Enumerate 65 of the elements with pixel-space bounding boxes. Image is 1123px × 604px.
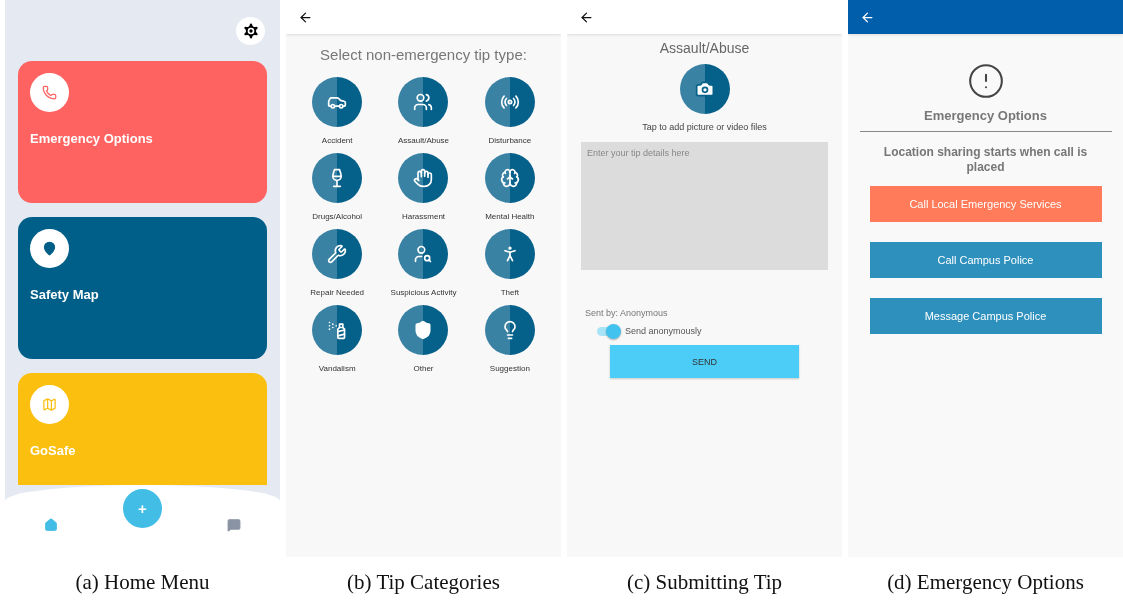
category-label: Mental Health	[485, 212, 535, 221]
settings-button[interactable]	[236, 17, 265, 45]
card-title: GoSafe	[30, 443, 76, 458]
card-title: Emergency Options	[30, 131, 153, 146]
camera-icon	[694, 79, 715, 99]
category-button[interactable]	[484, 153, 535, 203]
category-label: Harassment	[401, 212, 446, 221]
radio-icon	[499, 92, 520, 112]
back-icon[interactable]	[298, 9, 313, 25]
media-hint: Tap to add picture or video files	[642, 122, 767, 132]
category-label: Disturbance	[488, 136, 532, 145]
category-label: Repair Needed	[310, 288, 365, 297]
category-button[interactable]	[312, 153, 363, 203]
add-button[interactable]: +	[121, 486, 164, 530]
back-icon[interactable]	[860, 9, 875, 25]
figure-caption: (a) Home Menu	[74, 570, 211, 595]
hand-icon	[413, 168, 434, 188]
category-label: Suspicious Activity	[390, 288, 457, 297]
category-label: Drugs/Alcohol	[312, 212, 363, 221]
toggle-label: Send anonymously	[625, 326, 702, 336]
screen-title: Emergency Options	[924, 108, 1047, 123]
map-pin-icon	[30, 229, 69, 268]
person-icon	[413, 244, 434, 264]
chat-icon[interactable]	[227, 518, 242, 532]
category-label: Vandalism	[318, 364, 356, 373]
phone-icon	[30, 73, 69, 112]
figure-caption: (d) Emergency Options	[886, 570, 1085, 595]
call-button[interactable]: Call Local Emergency Services	[869, 186, 1102, 222]
call-button[interactable]: Message Campus Police	[869, 298, 1102, 334]
category-button[interactable]	[312, 305, 363, 355]
screen-title: Select non-emergency tip type:	[320, 46, 527, 63]
figure-caption: (c) Submitting Tip	[625, 570, 784, 595]
call-button[interactable]: Call Campus Police	[869, 242, 1102, 278]
tip-details-field[interactable]: Enter your tip details here	[581, 142, 828, 270]
screen-title: Assault/Abuse	[659, 40, 750, 56]
category-label: Accident	[321, 136, 353, 145]
category-label: Suggestion	[489, 364, 530, 373]
card-title: Safety Map	[30, 287, 99, 302]
send-button[interactable]: SEND	[610, 345, 799, 378]
category-button[interactable]	[398, 229, 449, 279]
anonymous-toggle[interactable]	[597, 326, 619, 336]
map-icon	[30, 385, 69, 424]
menu-card[interactable]: Emergency Options	[18, 61, 267, 203]
figure-caption: (b) Tip Categories	[346, 570, 501, 595]
category-button[interactable]	[398, 153, 449, 203]
category-button[interactable]	[484, 77, 535, 127]
category-button[interactable]	[312, 77, 363, 127]
category-button[interactable]	[484, 305, 535, 355]
category-label: Theft	[500, 288, 519, 297]
alert-icon	[966, 62, 1005, 100]
sender-text: Sent by: Anonymous	[585, 308, 668, 318]
tools-icon	[327, 244, 348, 264]
people-icon	[413, 92, 434, 112]
spray-can-icon	[327, 320, 348, 340]
category-button[interactable]	[312, 229, 363, 279]
shield-icon	[413, 320, 434, 340]
category-label: Assault/Abuse	[397, 136, 450, 145]
camera-button[interactable]	[679, 64, 730, 114]
location-note: Location sharing starts when call is placed	[882, 145, 1089, 175]
category-button[interactable]	[484, 229, 535, 279]
category-button[interactable]	[398, 305, 449, 355]
menu-card[interactable]: Safety Map	[18, 217, 267, 359]
back-icon[interactable]	[579, 9, 594, 25]
category-label: Other	[413, 364, 434, 373]
category-button[interactable]	[398, 77, 449, 127]
